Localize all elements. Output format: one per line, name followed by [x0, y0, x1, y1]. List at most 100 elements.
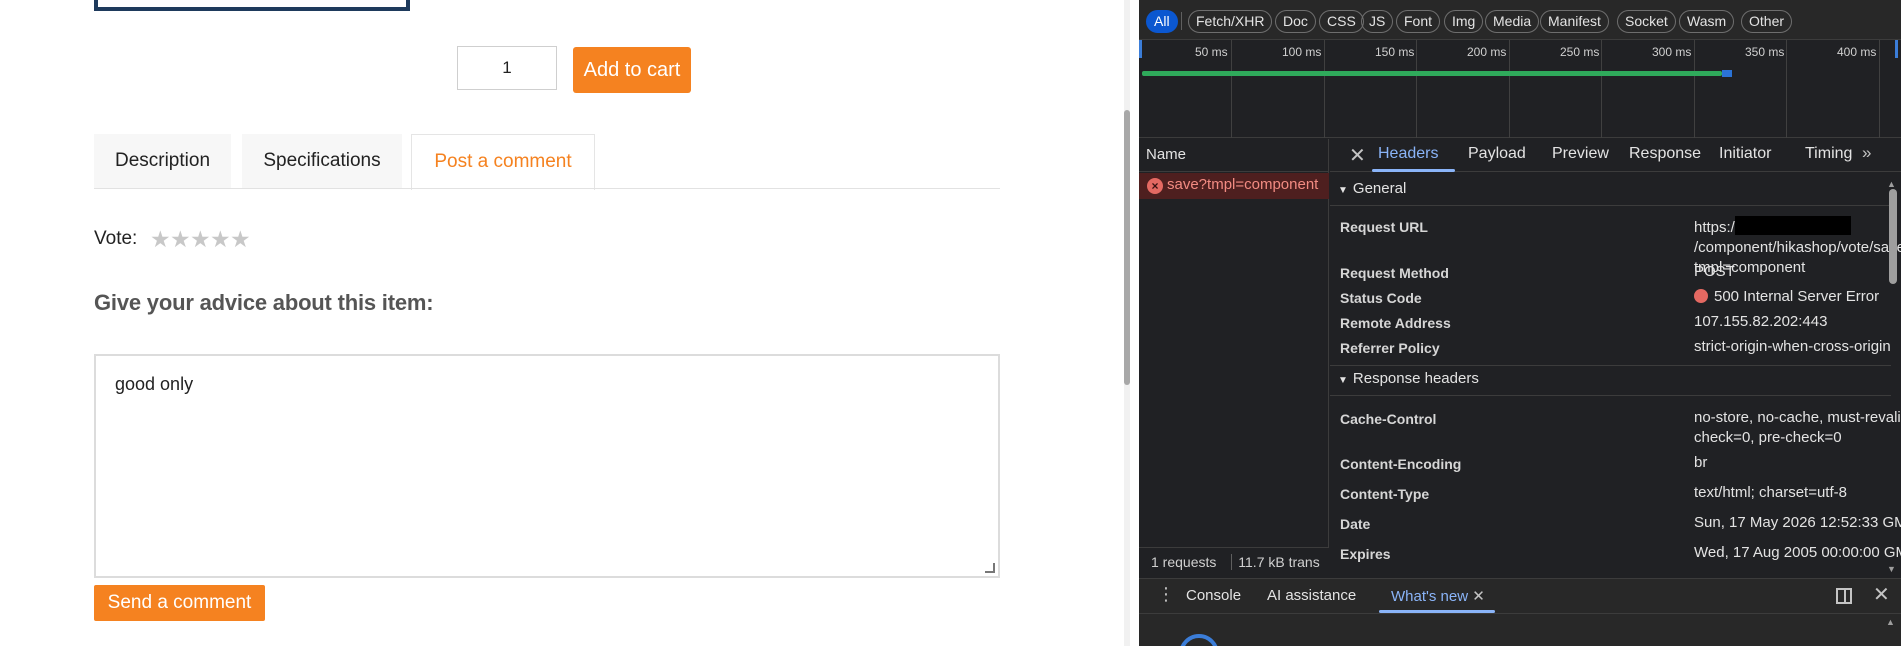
timeline-gridline — [1786, 40, 1787, 138]
timeline-gridline — [1694, 40, 1695, 138]
vote-stars[interactable]: ★ ★ ★ ★ ★ — [150, 228, 251, 252]
filter-socket[interactable]: Socket — [1617, 10, 1676, 33]
timeline-request-bar — [1142, 71, 1722, 76]
close-icon[interactable]: ✕ — [1472, 588, 1485, 605]
header-value: Wed, 17 Aug 2005 00:00:00 GMT — [1694, 544, 1901, 561]
general-section-header[interactable]: ▼ General — [1330, 180, 1891, 206]
header-key: Request URL — [1340, 219, 1428, 235]
status-error-icon — [1694, 289, 1708, 303]
filter-doc[interactable]: Doc — [1275, 10, 1316, 33]
response-headers-section-header[interactable]: ▼ Response headers — [1330, 370, 1891, 396]
collapse-triangle-icon: ▼ — [1338, 185, 1348, 196]
filter-fetch-xhr[interactable]: Fetch/XHR — [1188, 10, 1273, 33]
quantity-input[interactable]: 1 — [457, 46, 557, 90]
star-icon[interactable]: ★ — [210, 228, 231, 251]
tab-timing[interactable]: Timing — [1805, 145, 1852, 163]
transferred-size: 11.7 kB trans — [1238, 554, 1320, 570]
header-value: 107.155.82.202:443 — [1694, 313, 1828, 330]
comment-text: good only — [115, 374, 194, 394]
timeline-range-handle[interactable] — [1895, 40, 1898, 58]
collapse-triangle-icon: ▼ — [1338, 375, 1348, 386]
tab-initiator[interactable]: Initiator — [1719, 145, 1771, 163]
devtools-panel: All Fetch/XHR Doc CSS JS Font Img Media … — [1139, 0, 1901, 646]
filter-js[interactable]: JS — [1361, 10, 1394, 33]
previous-section-box — [94, 0, 410, 11]
web-page: 1 Add to cart Description Specifications… — [0, 0, 1130, 646]
filter-css[interactable]: CSS — [1319, 10, 1364, 33]
network-timeline[interactable]: 50 ms 100 ms 150 ms 200 ms 250 ms 300 ms… — [1139, 40, 1901, 138]
send-comment-button[interactable]: Send a comment — [94, 585, 265, 621]
timeline-gridline — [1601, 40, 1602, 138]
drawer-tabbar: ⋮ Console AI assistance What's new ✕ ✕ — [1139, 579, 1901, 614]
star-icon[interactable]: ★ — [230, 228, 251, 251]
dock-side-icon[interactable] — [1836, 588, 1852, 604]
star-icon[interactable]: ★ — [170, 228, 191, 251]
tab-post-a-comment[interactable]: Post a comment — [411, 134, 595, 190]
section-divider — [1330, 205, 1891, 206]
timeline-gridline — [1416, 40, 1417, 138]
tab-response[interactable]: Response — [1629, 145, 1701, 163]
scroll-up-icon[interactable]: ▲ — [1886, 617, 1895, 627]
scroll-down-icon[interactable]: ▼ — [1887, 564, 1896, 574]
status-code-value: 500 Internal Server Error — [1694, 287, 1901, 307]
timeline-tick: 350 ms — [1745, 45, 1785, 59]
active-tab-underline — [1372, 169, 1455, 172]
tab-description[interactable]: Description — [94, 134, 231, 188]
page-scrollbar-thumb[interactable] — [1124, 110, 1130, 385]
request-row[interactable]: save?tmpl=component — [1139, 173, 1329, 199]
active-tab-underline — [1379, 610, 1495, 613]
status-separator — [1231, 554, 1232, 570]
close-drawer-icon[interactable]: ✕ — [1873, 582, 1890, 607]
advice-heading: Give your advice about this item: — [94, 290, 434, 315]
filter-font[interactable]: Font — [1396, 10, 1441, 33]
more-tabs-icon[interactable]: » — [1862, 143, 1871, 163]
comment-textarea[interactable]: good only — [94, 354, 1000, 578]
drawer-tab-whats-new[interactable]: What's new ✕ — [1391, 587, 1485, 605]
filter-separator — [1181, 12, 1182, 30]
add-to-cart-button[interactable]: Add to cart — [573, 47, 691, 93]
star-icon[interactable]: ★ — [150, 228, 171, 251]
timeline-tick: 200 ms — [1467, 45, 1507, 59]
filter-media[interactable]: Media — [1485, 10, 1540, 33]
star-icon[interactable]: ★ — [190, 228, 211, 251]
requests-count: 1 requests — [1151, 554, 1217, 570]
timeline-tick: 100 ms — [1282, 45, 1322, 59]
timeline-tick: 50 ms — [1195, 45, 1228, 59]
timeline-gridline — [1879, 40, 1880, 138]
request-details: ✕ Headers Payload Preview Response Initi… — [1330, 139, 1901, 577]
header-key: Content-Encoding — [1340, 456, 1462, 472]
timeline-tick: 250 ms — [1560, 45, 1600, 59]
filter-manifest[interactable]: Manifest — [1540, 10, 1609, 33]
filter-other[interactable]: Other — [1741, 10, 1793, 33]
details-tabbar: ✕ Headers Payload Preview Response Initi… — [1330, 139, 1901, 172]
tab-preview[interactable]: Preview — [1552, 145, 1609, 163]
close-icon[interactable]: ✕ — [1349, 143, 1366, 168]
network-filter-bar: All Fetch/XHR Doc CSS JS Font Img Media … — [1139, 0, 1901, 40]
tab-payload[interactable]: Payload — [1468, 145, 1526, 163]
timeline-gridline — [1324, 40, 1325, 138]
tab-specifications[interactable]: Specifications — [242, 134, 402, 188]
header-key: Content-Type — [1340, 486, 1430, 502]
tab-headers[interactable]: Headers — [1378, 145, 1438, 163]
details-scrollbar-thumb[interactable] — [1889, 189, 1897, 284]
drawer-tab-ai-assistance[interactable]: AI assistance — [1267, 587, 1356, 604]
resize-handle-icon[interactable] — [985, 563, 995, 573]
header-key: Remote Address — [1340, 315, 1451, 331]
kebab-menu-icon[interactable]: ⋮ — [1157, 584, 1175, 605]
drawer-tab-console[interactable]: Console — [1186, 587, 1241, 604]
network-status-bar: 1 requests 11.7 kB trans — [1139, 547, 1329, 577]
header-value: no-store, no-cache, must-revalidate, pos… — [1694, 409, 1901, 446]
timeline-range-handle[interactable] — [1139, 40, 1142, 58]
header-value: br — [1694, 454, 1708, 471]
timeline-tick: 400 ms — [1837, 45, 1877, 59]
name-column-header[interactable]: Name — [1139, 139, 1329, 172]
header-key: Expires — [1340, 546, 1391, 562]
request-list: Name save?tmpl=component × — [1139, 139, 1329, 547]
filter-img[interactable]: Img — [1444, 10, 1484, 33]
filter-all[interactable]: All — [1146, 10, 1178, 33]
timeline-download-bar — [1722, 70, 1732, 77]
filter-wasm[interactable]: Wasm — [1679, 10, 1735, 33]
scroll-up-icon[interactable]: ▲ — [1887, 179, 1896, 189]
header-key: Cache-Control — [1340, 411, 1437, 427]
section-divider — [1330, 365, 1891, 366]
